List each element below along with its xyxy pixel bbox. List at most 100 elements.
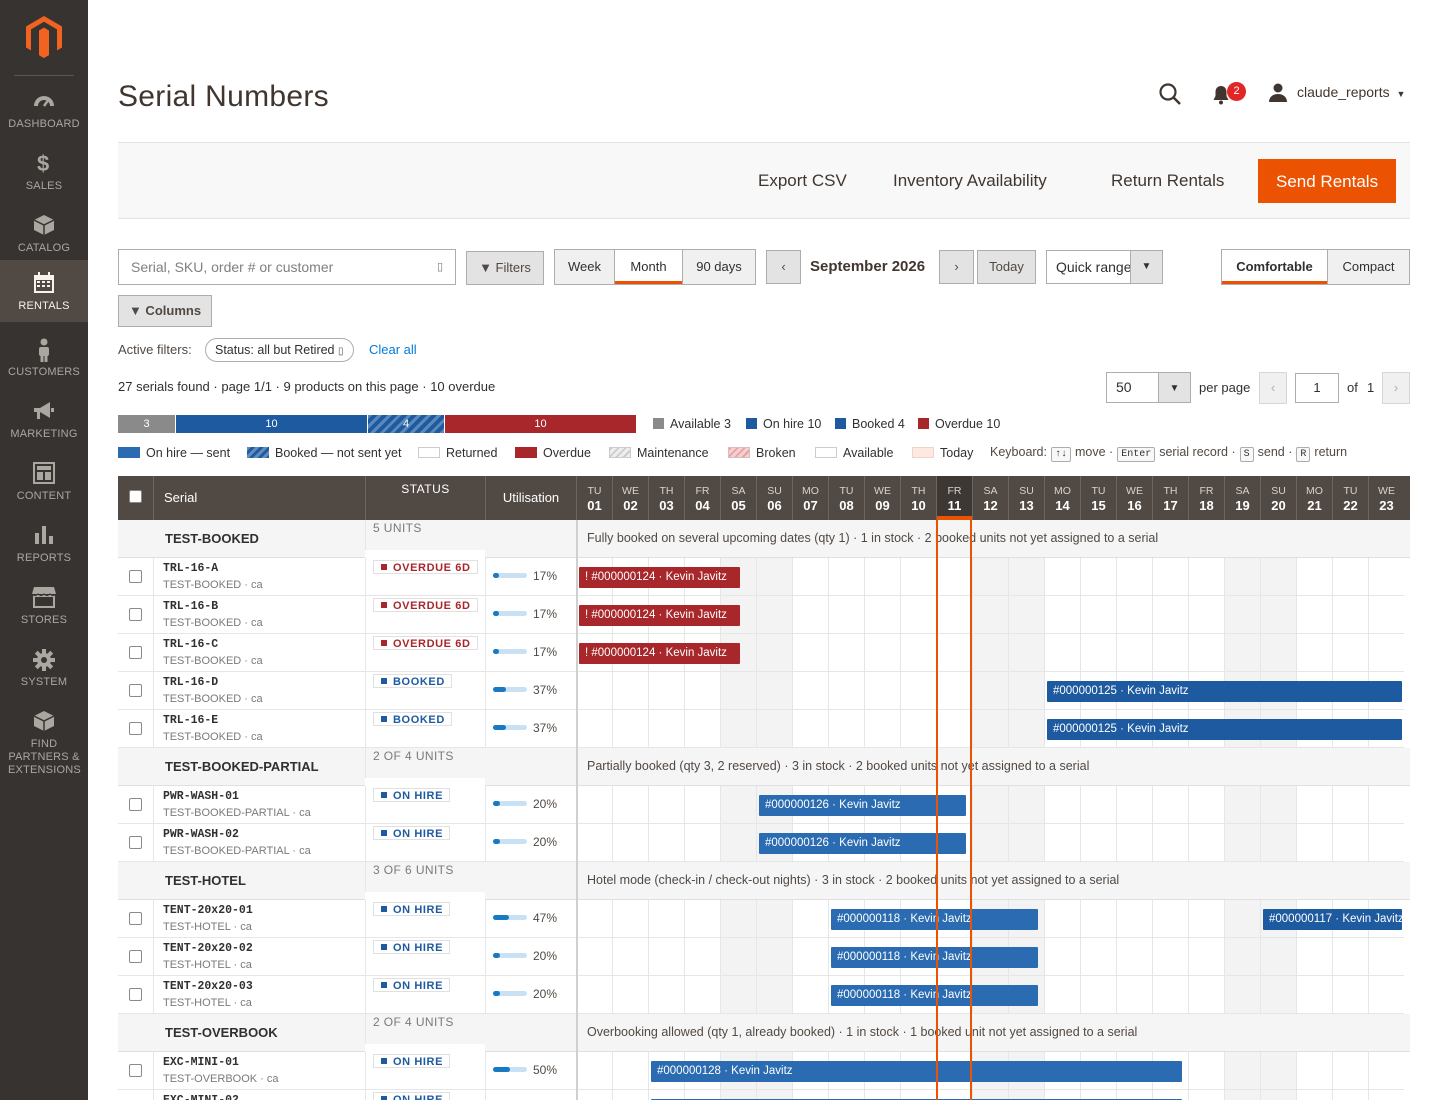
rental-booking-bar[interactable]: #000000118 · Kevin Javitz bbox=[831, 947, 1039, 968]
status-legend-item[interactable]: Overdue 10 bbox=[918, 417, 1000, 431]
day-cell[interactable] bbox=[756, 900, 792, 938]
day-cell[interactable] bbox=[576, 976, 612, 1014]
row-checkbox[interactable] bbox=[129, 722, 142, 735]
send-rentals-button[interactable]: Send Rentals bbox=[1258, 159, 1397, 203]
day-cell[interactable] bbox=[1368, 976, 1404, 1014]
rental-booking-bar[interactable]: #000000125 · Kevin Javitz bbox=[1047, 719, 1402, 740]
day-cell[interactable] bbox=[1368, 558, 1404, 596]
day-cell[interactable] bbox=[864, 596, 900, 634]
serial-number[interactable]: TENT-20x20-03 bbox=[163, 980, 253, 993]
day-cell[interactable] bbox=[828, 710, 864, 748]
serial-row[interactable]: TRL-16-B TEST-BOOKED · ca OVERDUE 6D 17% ! #… bbox=[118, 596, 1410, 634]
day-cell[interactable] bbox=[1332, 976, 1368, 1014]
day-cell[interactable] bbox=[1080, 900, 1116, 938]
day-cell[interactable] bbox=[1224, 976, 1260, 1014]
day-cell[interactable] bbox=[1296, 824, 1332, 862]
sidebar-item-customers[interactable]: CUSTOMERS bbox=[0, 334, 88, 396]
day-cell[interactable] bbox=[936, 596, 972, 634]
day-cell[interactable] bbox=[1224, 1090, 1260, 1100]
row-checkbox[interactable] bbox=[129, 646, 142, 659]
serial-row[interactable]: TRL-16-D TEST-BOOKED · ca BOOKED 37% #000000… bbox=[118, 672, 1410, 710]
day-cell[interactable] bbox=[1188, 900, 1224, 938]
page-number-input[interactable]: 1 bbox=[1295, 373, 1339, 403]
day-cell[interactable] bbox=[792, 558, 828, 596]
utilisation-column-header[interactable]: Utilisation bbox=[485, 476, 576, 520]
day-cell[interactable] bbox=[1188, 938, 1224, 976]
day-cell[interactable] bbox=[1188, 976, 1224, 1014]
search-icon[interactable] bbox=[1158, 82, 1182, 111]
per-page-select[interactable]: 50 ▼ bbox=[1106, 372, 1191, 403]
serial-row[interactable]: TRL-16-E TEST-BOOKED · ca BOOKED 37% #000000… bbox=[118, 710, 1410, 748]
day-cell[interactable] bbox=[1116, 634, 1152, 672]
serial-number[interactable]: TRL-16-D bbox=[163, 676, 218, 689]
day-cell[interactable] bbox=[1260, 976, 1296, 1014]
day-cell[interactable] bbox=[1008, 558, 1044, 596]
day-cell[interactable] bbox=[684, 672, 720, 710]
rental-booking-bar[interactable]: #000000128 · Kevin Javitz bbox=[651, 1061, 1183, 1082]
serial-row[interactable]: TENT-20x20-03 TEST-HOTEL · ca ON HIRE 20% #0… bbox=[118, 976, 1410, 1014]
day-cell[interactable] bbox=[900, 634, 936, 672]
day-cell[interactable] bbox=[648, 672, 684, 710]
day-cell[interactable] bbox=[1332, 786, 1368, 824]
day-cell[interactable] bbox=[1260, 596, 1296, 634]
row-checkbox[interactable] bbox=[129, 684, 142, 697]
magento-logo[interactable] bbox=[0, 0, 88, 76]
rental-booking-bar[interactable]: #000000125 · Kevin Javitz bbox=[1047, 681, 1402, 702]
day-cell[interactable] bbox=[612, 786, 648, 824]
day-cell[interactable] bbox=[648, 900, 684, 938]
day-cell[interactable] bbox=[720, 938, 756, 976]
day-cell[interactable] bbox=[1008, 634, 1044, 672]
serial-number[interactable]: EXC-MINI-01 bbox=[163, 1056, 239, 1069]
day-cell[interactable] bbox=[936, 558, 972, 596]
serial-number[interactable]: TENT-20x20-01 bbox=[163, 904, 253, 917]
day-cell[interactable] bbox=[684, 786, 720, 824]
user-icon[interactable] bbox=[1268, 82, 1288, 107]
day-cell[interactable] bbox=[792, 596, 828, 634]
day-cell[interactable] bbox=[648, 938, 684, 976]
day-cell[interactable] bbox=[972, 824, 1008, 862]
day-cell[interactable] bbox=[1332, 558, 1368, 596]
day-cell[interactable] bbox=[756, 672, 792, 710]
day-cell[interactable] bbox=[1368, 596, 1404, 634]
day-cell[interactable] bbox=[1332, 634, 1368, 672]
notification-count-badge[interactable]: 2 bbox=[1227, 82, 1246, 101]
day-cell[interactable] bbox=[1116, 824, 1152, 862]
day-cell[interactable] bbox=[684, 710, 720, 748]
clear-all-filters-link[interactable]: Clear all bbox=[369, 342, 417, 357]
day-cell[interactable] bbox=[1296, 558, 1332, 596]
day-cell[interactable] bbox=[576, 786, 612, 824]
day-cell[interactable] bbox=[792, 710, 828, 748]
prev-page-button[interactable]: ‹ bbox=[1259, 372, 1287, 404]
day-cell[interactable] bbox=[1152, 558, 1188, 596]
day-cell[interactable] bbox=[1296, 786, 1332, 824]
day-cell[interactable] bbox=[1080, 634, 1116, 672]
rental-booking-bar[interactable]: ! #000000124 · Kevin Javitz bbox=[579, 567, 740, 588]
day-cell[interactable] bbox=[1368, 1090, 1404, 1100]
next-page-button[interactable]: › bbox=[1382, 372, 1410, 404]
sidebar-item-reports[interactable]: REPORTS bbox=[0, 520, 88, 582]
day-cell[interactable] bbox=[1332, 1090, 1368, 1100]
day-cell[interactable] bbox=[1188, 1052, 1224, 1090]
product-sku[interactable]: TEST-BOOKED bbox=[165, 531, 259, 546]
day-cell[interactable] bbox=[612, 1052, 648, 1090]
return-rentals-button[interactable]: Return Rentals bbox=[1095, 159, 1240, 203]
serial-row[interactable]: TRL-16-A TEST-BOOKED · ca OVERDUE 6D 17% ! #… bbox=[118, 558, 1410, 596]
view-week-button[interactable]: Week bbox=[554, 249, 615, 285]
day-cell[interactable] bbox=[1332, 824, 1368, 862]
product-sku[interactable]: TEST-BOOKED-PARTIAL bbox=[165, 759, 319, 774]
day-cell[interactable] bbox=[756, 976, 792, 1014]
serial-number[interactable]: TRL-16-B bbox=[163, 600, 218, 613]
day-cell[interactable] bbox=[972, 710, 1008, 748]
day-cell[interactable] bbox=[1224, 824, 1260, 862]
day-cell[interactable] bbox=[792, 672, 828, 710]
day-cell[interactable] bbox=[612, 1090, 648, 1100]
select-all-checkbox[interactable] bbox=[129, 490, 142, 503]
day-cell[interactable] bbox=[1044, 786, 1080, 824]
day-cell[interactable] bbox=[1188, 596, 1224, 634]
day-cell[interactable] bbox=[1224, 1052, 1260, 1090]
day-cell[interactable] bbox=[1296, 634, 1332, 672]
day-cell[interactable] bbox=[792, 900, 828, 938]
day-cell[interactable] bbox=[828, 596, 864, 634]
day-cell[interactable] bbox=[1116, 786, 1152, 824]
day-cell[interactable] bbox=[1152, 938, 1188, 976]
